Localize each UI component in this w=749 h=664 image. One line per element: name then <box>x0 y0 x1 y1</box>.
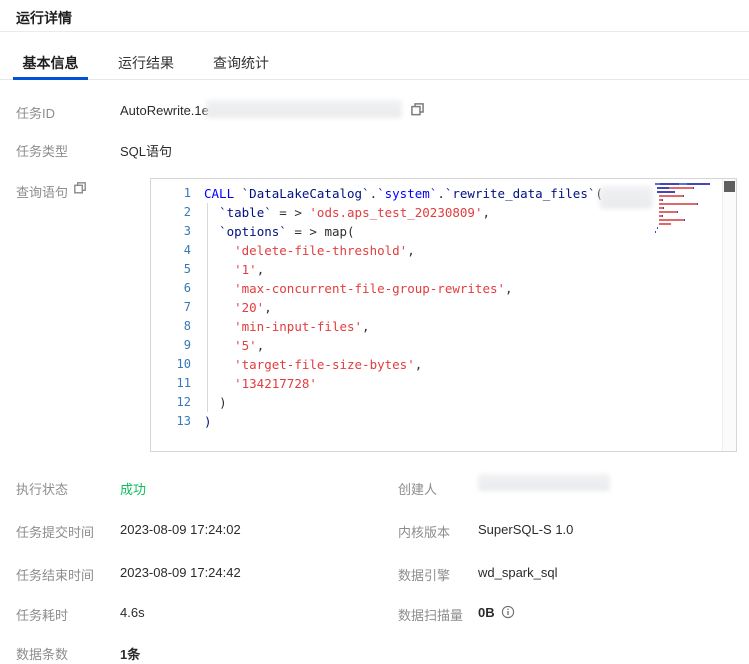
editor-scrollbar-thumb[interactable] <box>724 181 735 192</box>
code-text: '134217728' <box>204 374 317 393</box>
line-number: 8 <box>151 317 204 336</box>
code-text: 'min-input-files', <box>204 317 370 336</box>
line-number: 4 <box>151 241 204 260</box>
tab-basic-info[interactable]: 基本信息 <box>13 52 88 78</box>
code-line: 12 ) <box>151 393 722 412</box>
tabbar-border <box>0 79 749 80</box>
active-tab-underline <box>13 77 88 80</box>
line-number: 10 <box>151 355 204 374</box>
run-detail-panel: 运行详情 基本信息 运行结果 查询统计 任务ID AutoRewrite.1e … <box>0 0 749 664</box>
code-text: CALL `DataLakeCatalog`.`system`.`rewrite… <box>204 184 603 203</box>
editor-minimap[interactable] <box>655 182 719 244</box>
editor-scrollbar-track[interactable] <box>722 179 736 451</box>
submit-time-value: 2023-08-09 17:24:02 <box>120 522 241 537</box>
code-line: 4 'delete-file-threshold', <box>151 241 722 260</box>
code-text: 'delete-file-threshold', <box>204 241 415 260</box>
exec-status-value: 成功 <box>120 479 146 498</box>
info-icon[interactable] <box>501 605 515 622</box>
code-lines: 1CALL `DataLakeCatalog`.`system`.`rewrit… <box>151 184 722 431</box>
code-line: 6 'max-concurrent-file-group-rewrites', <box>151 279 722 298</box>
code-text: `options` = > map( <box>204 222 355 241</box>
code-text: '5', <box>204 336 264 355</box>
header-divider <box>0 31 749 32</box>
row-count-value: 1条 <box>120 644 140 663</box>
line-number: 12 <box>151 393 204 412</box>
code-line: 3 `options` = > map( <box>151 222 722 241</box>
end-time-value: 2023-08-09 17:24:42 <box>120 565 241 580</box>
page-title: 运行详情 <box>16 8 72 28</box>
code-line: 13) <box>151 412 722 431</box>
data-engine-label: 数据引擎 <box>398 565 450 584</box>
tab-query-stats[interactable]: 查询统计 <box>204 52 278 78</box>
task-type-value: SQL语句 <box>120 141 172 160</box>
copy-sql-icon[interactable] <box>73 181 87 200</box>
code-line: 8 'min-input-files', <box>151 317 722 336</box>
code-redacted-patch <box>600 186 652 206</box>
tab-run-result[interactable]: 运行结果 <box>109 52 183 78</box>
scan-volume-label: 数据扫描量 <box>398 605 463 624</box>
code-text: '1', <box>204 260 264 279</box>
code-line: 10 'target-file-size-bytes', <box>151 355 722 374</box>
task-id-value: AutoRewrite.1e <box>120 103 209 118</box>
kernel-version-label: 内核版本 <box>398 522 450 541</box>
scan-volume-value: 0B <box>478 605 515 622</box>
line-number: 3 <box>151 222 204 241</box>
scan-volume-text: 0B <box>478 605 495 620</box>
code-text: 'max-concurrent-file-group-rewrites', <box>204 279 513 298</box>
duration-label: 任务耗时 <box>16 605 68 624</box>
line-number: 5 <box>151 260 204 279</box>
row-count-label: 数据条数 <box>16 644 68 663</box>
indent-guide <box>207 203 208 412</box>
code-text: 'target-file-size-bytes', <box>204 355 422 374</box>
copy-icon[interactable] <box>410 102 425 122</box>
query-label: 查询语句 <box>16 182 68 201</box>
line-number: 9 <box>151 336 204 355</box>
creator-label: 创建人 <box>398 479 437 498</box>
duration-value: 4.6s <box>120 605 145 620</box>
code-line: 11 '134217728' <box>151 374 722 393</box>
data-engine-value: wd_spark_sql <box>478 565 558 580</box>
minimap-row <box>655 230 719 234</box>
line-number: 11 <box>151 374 204 393</box>
code-line: 9 '5', <box>151 336 722 355</box>
exec-status-label: 执行状态 <box>16 479 68 498</box>
line-number: 13 <box>151 412 204 431</box>
code-text: `table` = > 'ods.aps_test_20230809', <box>204 203 490 222</box>
kernel-version-value: SuperSQL-S 1.0 <box>478 522 573 537</box>
line-number: 6 <box>151 279 204 298</box>
submit-time-label: 任务提交时间 <box>16 522 94 541</box>
code-line: 7 '20', <box>151 298 722 317</box>
code-text: '20', <box>204 298 272 317</box>
line-number: 1 <box>151 184 204 203</box>
code-line: 5 '1', <box>151 260 722 279</box>
task-type-label: 任务类型 <box>16 141 68 160</box>
line-number: 2 <box>151 203 204 222</box>
task-id-label: 任务ID <box>16 103 55 122</box>
creator-redacted <box>478 474 610 491</box>
code-text: ) <box>204 412 212 431</box>
task-id-redacted <box>206 100 402 118</box>
end-time-label: 任务结束时间 <box>16 565 94 584</box>
sql-code-editor[interactable]: 1CALL `DataLakeCatalog`.`system`.`rewrit… <box>150 178 737 452</box>
line-number: 7 <box>151 298 204 317</box>
